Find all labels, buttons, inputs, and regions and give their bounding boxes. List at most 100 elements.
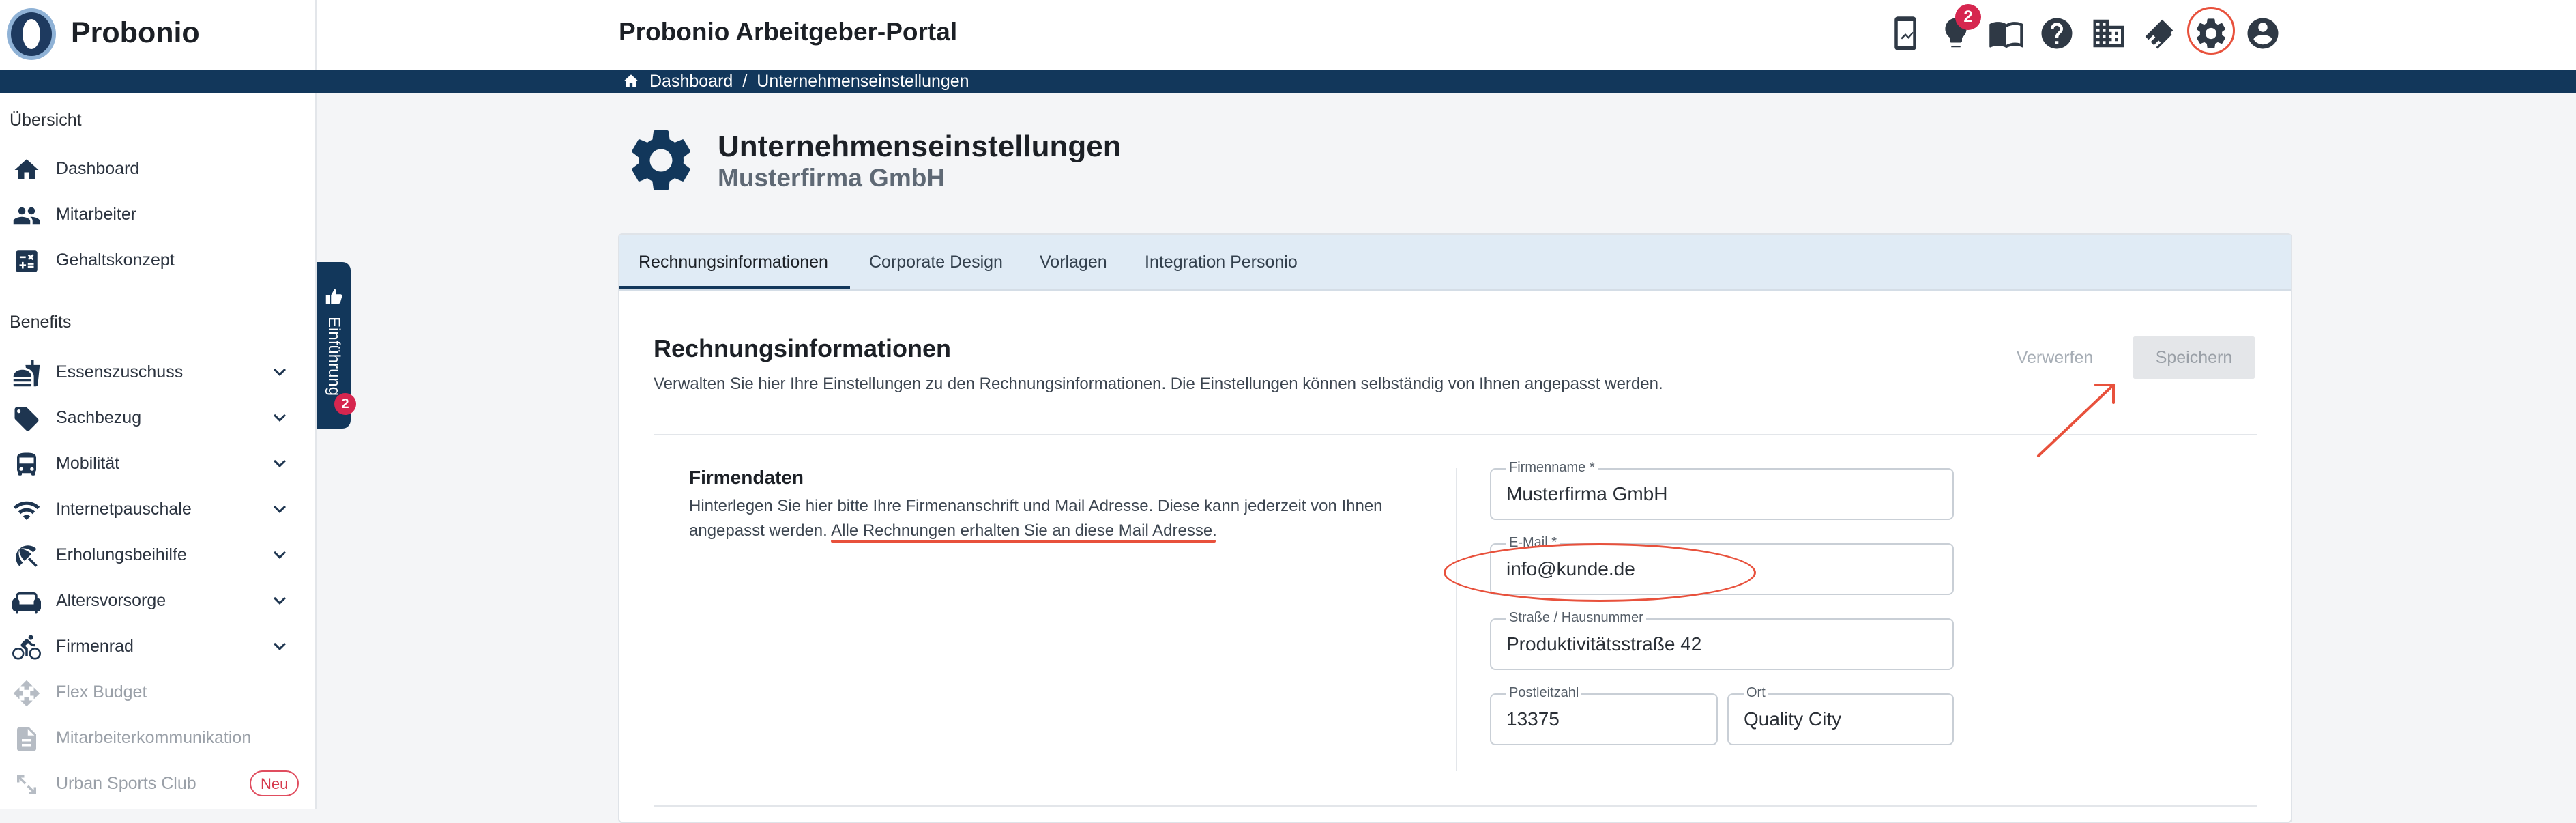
- sofa-icon: [12, 588, 41, 616]
- zip-field[interactable]: Postleitzahl: [1490, 685, 1718, 745]
- brand-area[interactable]: Probonio: [0, 0, 317, 70]
- sidebar-item-label: Dashboard: [56, 159, 140, 178]
- sidebar-item-dashboard[interactable]: Dashboard: [0, 147, 314, 188]
- sidebar-item-label: Flex Budget: [56, 682, 147, 702]
- sidebar-item-urban-sports-club[interactable]: Urban Sports Club Neu: [0, 762, 314, 803]
- sidebar-item-internetpauschale[interactable]: Internetpauschale: [0, 488, 314, 529]
- sidebar-item-label: Mitarbeiter: [56, 205, 137, 224]
- company-icon[interactable]: [2090, 15, 2127, 52]
- chevron-down-icon[interactable]: [267, 405, 292, 430]
- sidebar-item-label: Gehaltskonzept: [56, 250, 175, 270]
- intro-tab-badge: 2: [334, 393, 356, 415]
- sidebar-item-label: Urban Sports Club: [56, 774, 196, 793]
- breadcrumb-separator: /: [742, 71, 748, 91]
- sidebar-item-label: Mitarbeiterkommunikation: [56, 728, 252, 747]
- chevron-down-icon[interactable]: [267, 451, 292, 476]
- sidebar-item-firmenrad[interactable]: Firmenrad: [0, 625, 314, 666]
- street-input[interactable]: [1506, 633, 1875, 655]
- brand-name: Probonio: [71, 16, 200, 49]
- breadcrumb-current: Unternehmenseinstellungen: [757, 71, 969, 91]
- sidebar-section-benefits: Benefits: [10, 313, 72, 332]
- arrow-annotation: [2037, 384, 2115, 457]
- sidebar-item-altersvorsorge[interactable]: Altersvorsorge: [0, 579, 314, 620]
- sidebar-item-essenszuschuss[interactable]: Essenszuschuss: [0, 351, 314, 392]
- save-button[interactable]: Speichern: [2133, 336, 2255, 379]
- bus-icon: [12, 450, 41, 479]
- city-field[interactable]: Ort: [1727, 685, 1954, 745]
- sidebar-section-overview: Übersicht: [10, 111, 82, 130]
- bike-icon: [12, 633, 41, 662]
- active-tab-indicator: [619, 286, 850, 289]
- section-description: Verwalten Sie hier Ihre Einstellungen zu…: [654, 375, 1663, 393]
- tab-integration-personio[interactable]: Integration Personio: [1145, 252, 1298, 272]
- account-icon[interactable]: [2244, 15, 2281, 52]
- breadcrumb: Dashboard / Unternehmenseinstellungen: [622, 72, 969, 91]
- arrows-icon: [12, 770, 41, 799]
- settings-card: Rechnungsinformationen Corporate Design …: [618, 233, 2292, 823]
- sidebar-item-label: Altersvorsorge: [56, 591, 166, 610]
- breadcrumb-bar: Dashboard / Unternehmenseinstellungen: [0, 70, 2576, 93]
- chevron-down-icon[interactable]: [267, 497, 292, 521]
- sidebar-item-label: Mobilität: [56, 454, 120, 473]
- move-icon: [12, 679, 41, 708]
- company-name-input[interactable]: [1506, 483, 1875, 505]
- hand-icon: [323, 287, 344, 307]
- wifi-icon: [12, 496, 41, 525]
- new-badge: Neu: [250, 770, 299, 796]
- food-icon: [12, 359, 41, 388]
- notification-badge: 2: [1955, 4, 1981, 30]
- probonio-logo: [4, 5, 59, 63]
- sidebar-item-flex-budget[interactable]: Flex Budget: [0, 671, 314, 712]
- sidebar-item-gehaltskonzept[interactable]: Gehaltskonzept: [0, 239, 314, 280]
- sidebar-item-erholungsbeihilfe[interactable]: Erholungsbeihilfe: [0, 534, 314, 575]
- page-subtitle: Musterfirma GmbH: [718, 164, 946, 192]
- sidebar: Übersicht Dashboard Mitarbeiter Gehaltsk…: [0, 93, 317, 809]
- page-title: Unternehmenseinstellungen: [718, 130, 1122, 163]
- sidebar-item-mitarbeiterkommunikation[interactable]: Mitarbeiterkommunikation: [0, 717, 314, 757]
- top-header: Probonio Probonio Arbeitgeber-Portal 2: [0, 0, 2576, 70]
- tab-rechnungsinformationen[interactable]: Rechnungsinformationen: [639, 252, 828, 272]
- gear-icon: [624, 123, 699, 198]
- firmendaten-title: Firmendaten: [689, 467, 804, 488]
- chevron-down-icon[interactable]: [267, 543, 292, 567]
- people-icon: [12, 201, 41, 230]
- divider: [654, 434, 2257, 435]
- home-icon: [12, 156, 41, 184]
- settings-highlight-annotation: [2187, 7, 2235, 55]
- sidebar-item-label: Firmenrad: [56, 637, 134, 656]
- company-name-label: Firmenname *: [1506, 460, 1598, 476]
- portal-title: Probonio Arbeitgeber-Portal: [619, 18, 958, 46]
- chevron-down-icon[interactable]: [267, 634, 292, 659]
- sidebar-item-label: Essenszuschuss: [56, 362, 184, 381]
- sidebar-item-label: Sachbezug: [56, 408, 142, 427]
- breadcrumb-home-link[interactable]: Dashboard: [649, 72, 733, 91]
- phone-chart-icon[interactable]: [1887, 15, 1924, 52]
- sidebar-item-mobilitaet[interactable]: Mobilität: [0, 442, 314, 483]
- section-title: Rechnungsinformationen: [654, 334, 952, 362]
- handshake-icon[interactable]: [2141, 15, 2178, 52]
- vertical-divider: [1456, 468, 1457, 771]
- help-icon[interactable]: [2038, 15, 2075, 52]
- chevron-down-icon[interactable]: [267, 588, 292, 613]
- street-field[interactable]: Straße / Hausnummer: [1490, 610, 1954, 670]
- calculator-icon: [12, 247, 41, 276]
- tab-corporate-design[interactable]: Corporate Design: [869, 252, 1003, 272]
- home-icon[interactable]: [622, 72, 640, 90]
- city-label: Ort: [1744, 685, 1768, 701]
- street-label: Straße / Hausnummer: [1506, 610, 1646, 626]
- divider: [654, 805, 2257, 807]
- sidebar-item-mitarbeiter[interactable]: Mitarbeiter: [0, 193, 314, 234]
- document-icon: [12, 725, 41, 753]
- sidebar-item-label: Internetpauschale: [56, 500, 192, 519]
- tab-vorlagen[interactable]: Vorlagen: [1040, 252, 1107, 272]
- zip-input[interactable]: [1506, 708, 1686, 730]
- email-highlight-annotation: [1444, 543, 1756, 602]
- sidebar-item-sachbezug[interactable]: Sachbezug: [0, 396, 314, 437]
- book-icon[interactable]: [1988, 15, 2025, 52]
- company-name-field[interactable]: Firmenname *: [1490, 460, 1954, 520]
- chevron-down-icon[interactable]: [267, 360, 292, 384]
- tab-bar: Rechnungsinformationen Corporate Design …: [619, 235, 2291, 291]
- city-input[interactable]: [1744, 708, 1923, 730]
- zip-label: Postleitzahl: [1506, 685, 1582, 701]
- underline-annotation: [831, 540, 1216, 543]
